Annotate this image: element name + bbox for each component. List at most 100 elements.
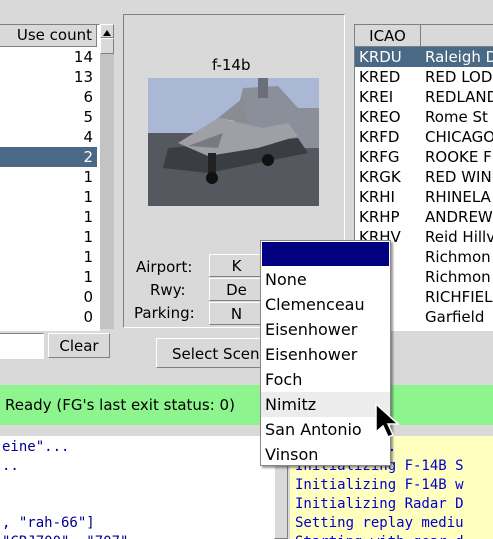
left-log-line [2,495,274,514]
use-count-value: 14 [73,48,93,66]
airport-name: RICHFIEL [425,288,493,306]
right-log-line: Starting with gear d [295,533,493,539]
airport-value: K [231,257,242,275]
airport-name: RED WIN [425,168,492,186]
airport-icao: KRDU [359,48,402,66]
carrier-option[interactable]: Eisenhower [261,342,390,367]
carrier-option[interactable]: Foch [261,367,390,392]
right-log-line: Initializing F-14B w [295,477,464,493]
airport-name: Garfield [425,308,485,326]
carrier-option[interactable]: Eisenhower [261,317,390,342]
aircraft-list-row[interactable]: 4 [0,127,97,147]
airport-name: ROOKE F [425,148,492,166]
use-count-rows: 14 13 6 5 4 2 1 1 1 1 1 1 0 0 [0,47,97,327]
airport-name: RED LOD [425,68,493,86]
aircraft-list-row[interactable]: 1 [0,167,97,187]
airport-icao: KREO [359,108,401,126]
aircraft-list-scrollbar[interactable] [100,24,114,329]
filter-input[interactable] [0,333,44,359]
airport-icao: KRHP [359,208,400,226]
parking-value: N [230,305,243,323]
airport-row[interactable]: KRGK RED WIN [355,167,493,187]
carrier-option[interactable]: Vinson [261,442,390,467]
carrier-option[interactable]: Nimitz [261,392,390,417]
airport-row[interactable]: KRFD CHICAGO [355,127,493,147]
airport-row[interactable]: KREI REDLAND [355,87,493,107]
aircraft-list-row[interactable]: 14 [0,47,97,67]
icao-column-header[interactable]: ICAO [355,25,421,47]
clear-button-label: Clear [59,337,99,355]
use-count-value: 1 [83,188,93,206]
use-count-value: 13 [73,68,93,86]
airport-icao: KRFD [359,128,400,146]
airport-icao: KRED [359,68,401,86]
use-count-header-label: Use count [16,26,92,44]
use-count-column-header[interactable]: Use count [0,25,97,47]
use-count-value: 0 [83,288,93,306]
left-log-pane: eine"..... , "rah-66"] "CRJ700", "707" [0,436,274,539]
use-count-value: 1 [83,168,93,186]
airport-name: REDLAND [425,88,493,106]
left-log-line: eine"... [2,439,70,455]
use-count-value: 5 [83,108,93,126]
icao-header-label: ICAO [369,27,406,45]
airport-name: ANDREW [425,208,493,226]
aircraft-list-row[interactable]: 1 [0,267,97,287]
aircraft-list-row[interactable]: 0 [0,307,97,327]
use-count-value: 1 [83,268,93,286]
aircraft-list[interactable]: Use count 14 13 6 5 4 2 1 1 1 1 1 1 0 0 [0,24,100,331]
airport-label: Airport: [136,258,193,276]
aircraft-thumbnail [148,78,319,206]
carrier-option[interactable]: Clemenceau [261,292,390,317]
use-count-value: 1 [83,228,93,246]
airport-name: Reid Hillv [425,228,493,246]
aircraft-list-row[interactable]: 1 [0,227,97,247]
aircraft-list-row[interactable]: 1 [0,207,97,227]
airport-row[interactable]: KREO Rome St [355,107,493,127]
airport-name: Richmon [425,268,491,286]
aircraft-name: f-14b [212,56,251,74]
airport-row[interactable]: KRDU Raleigh D [355,47,493,67]
airport-row[interactable]: KRHP ANDREW [355,207,493,227]
rwy-button[interactable]: De [209,278,264,301]
airport-name: Richmon [425,248,491,266]
left-log-line: "CRJ700", "707" [2,533,274,539]
mouse-cursor-icon [374,402,402,440]
aircraft-list-row[interactable]: 2 [0,147,97,167]
name-column-header[interactable] [421,25,493,47]
airport-row[interactable]: KRHI RHINELA [355,187,493,207]
airport-button[interactable]: K [209,254,264,277]
airport-row[interactable]: KRED RED LOD [355,67,493,87]
aircraft-list-row[interactable]: 5 [0,107,97,127]
status-bar: Ready (FG's last exit status: 0) [0,385,493,425]
parking-label: Parking: [134,304,195,322]
use-count-value: 6 [83,88,93,106]
aircraft-list-row[interactable]: 6 [0,87,97,107]
airport-icao: KRGK [359,168,401,186]
airport-name: Raleigh D [425,48,493,66]
scroll-thumb[interactable] [100,38,114,54]
rwy-label: Rwy: [150,281,186,299]
carrier-dropdown-menu[interactable]: None Clemenceau Eisenhower Eisenhower Foch Ni… [260,240,391,466]
select-scenario-label: Select Scen [172,345,260,363]
parking-button[interactable]: N [209,302,264,325]
rwy-value: De [226,281,247,299]
carrier-option[interactable]: San Antonio [261,417,390,442]
airport-icao: KREI [359,88,394,106]
carrier-option[interactable]: None [261,267,390,292]
scroll-up-arrow[interactable] [100,24,114,38]
airport-name: RHINELA [425,188,491,206]
airport-name: CHICAGO [425,128,493,146]
aircraft-list-row[interactable]: 1 [0,247,97,267]
clear-button[interactable]: Clear [48,333,110,358]
aircraft-list-row[interactable]: 1 [0,187,97,207]
aircraft-list-row[interactable]: 0 [0,287,97,307]
status-text: Ready (FG's last exit status: 0) [5,396,235,414]
use-count-value: 4 [83,128,93,146]
use-count-value: 0 [83,308,93,326]
right-log-line: Setting replay mediu [295,515,464,531]
airport-icao: KRHI [359,188,395,206]
airport-row[interactable]: KRFG ROOKE F [355,147,493,167]
use-count-value: 1 [83,248,93,266]
aircraft-list-row[interactable]: 13 [0,67,97,87]
